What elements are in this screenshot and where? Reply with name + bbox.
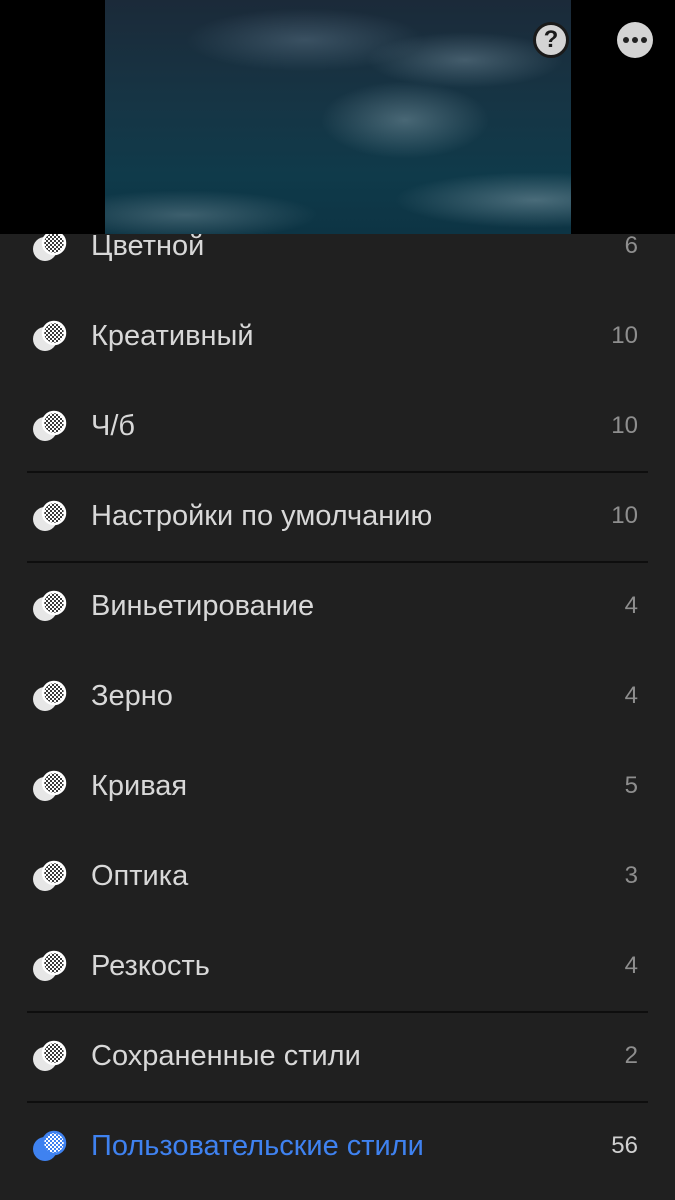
preset-group-icon xyxy=(33,590,67,621)
preset-group-label: Настройки по умолчанию xyxy=(91,499,433,532)
preset-group-icon xyxy=(33,500,67,531)
preset-group-sharpening[interactable]: Резкость 4 xyxy=(0,921,675,1011)
preset-group-label: Зерно xyxy=(91,679,173,712)
more-options-button[interactable] xyxy=(617,22,653,58)
preset-group-vignette[interactable]: Виньетирование 4 xyxy=(0,561,675,651)
preset-group-label: Пользовательские стили xyxy=(91,1129,424,1162)
preset-group-icon xyxy=(33,234,67,261)
more-horizontal-icon xyxy=(622,37,649,43)
preset-group-icon xyxy=(33,680,67,711)
preset-group-count: 10 xyxy=(611,322,638,349)
preset-group-saved[interactable]: Сохраненные стили 2 xyxy=(0,1011,675,1101)
preset-group-icon xyxy=(33,1040,67,1071)
preset-group-defaults[interactable]: Настройки по умолчанию 10 xyxy=(0,471,675,561)
preset-group-icon xyxy=(33,1130,67,1161)
preset-group-count: 3 xyxy=(624,862,638,889)
preset-group-icon xyxy=(33,770,67,801)
preset-group-count: 6 xyxy=(624,234,638,259)
preset-group-icon xyxy=(33,950,67,981)
preset-group-label: Цветной xyxy=(91,234,205,262)
preset-group-list: Цветной 6 Креативный 10 Ч/б 10 Настройки… xyxy=(0,234,675,1191)
preset-group-color[interactable]: Цветной 6 xyxy=(0,234,675,291)
preset-group-optics[interactable]: Оптика 3 xyxy=(0,831,675,921)
preset-group-label: Виньетирование xyxy=(91,589,315,622)
screen: ? Цветной 6 Креативный 10 Ч/б 10 Настрой… xyxy=(0,0,675,1200)
preset-group-label: Сохраненные стили xyxy=(91,1039,361,1072)
preset-group-icon xyxy=(33,320,67,351)
preset-group-count: 5 xyxy=(624,772,638,799)
preset-group-count: 10 xyxy=(611,412,638,439)
preset-group-count: 56 xyxy=(611,1132,638,1159)
presets-panel: Цветной 6 Креативный 10 Ч/б 10 Настройки… xyxy=(0,234,675,1200)
preset-group-creative[interactable]: Креативный 10 xyxy=(0,291,675,381)
question-circle-icon: ? xyxy=(543,26,559,53)
preset-group-icon xyxy=(33,860,67,891)
preset-group-count: 4 xyxy=(624,952,638,979)
preset-group-count: 4 xyxy=(624,682,638,709)
photo-preview[interactable] xyxy=(105,0,571,234)
preset-group-label: Резкость xyxy=(91,949,210,982)
preset-group-label: Креативный xyxy=(91,319,254,352)
photo-preview-area: ? xyxy=(0,0,675,234)
preset-group-curve[interactable]: Кривая 5 xyxy=(0,741,675,831)
preset-group-label: Ч/б xyxy=(91,409,135,442)
help-button[interactable]: ? xyxy=(533,22,569,58)
preset-group-bw[interactable]: Ч/б 10 xyxy=(0,381,675,471)
preset-group-label: Кривая xyxy=(91,769,188,802)
preset-group-label: Оптика xyxy=(91,859,189,892)
preset-group-icon xyxy=(33,410,67,441)
preset-group-count: 4 xyxy=(624,592,638,619)
preset-group-count: 2 xyxy=(624,1042,638,1069)
preset-group-count: 10 xyxy=(611,502,638,529)
preset-group-user[interactable]: Пользовательские стили 56 xyxy=(0,1101,675,1191)
preset-group-grain[interactable]: Зерно 4 xyxy=(0,651,675,741)
